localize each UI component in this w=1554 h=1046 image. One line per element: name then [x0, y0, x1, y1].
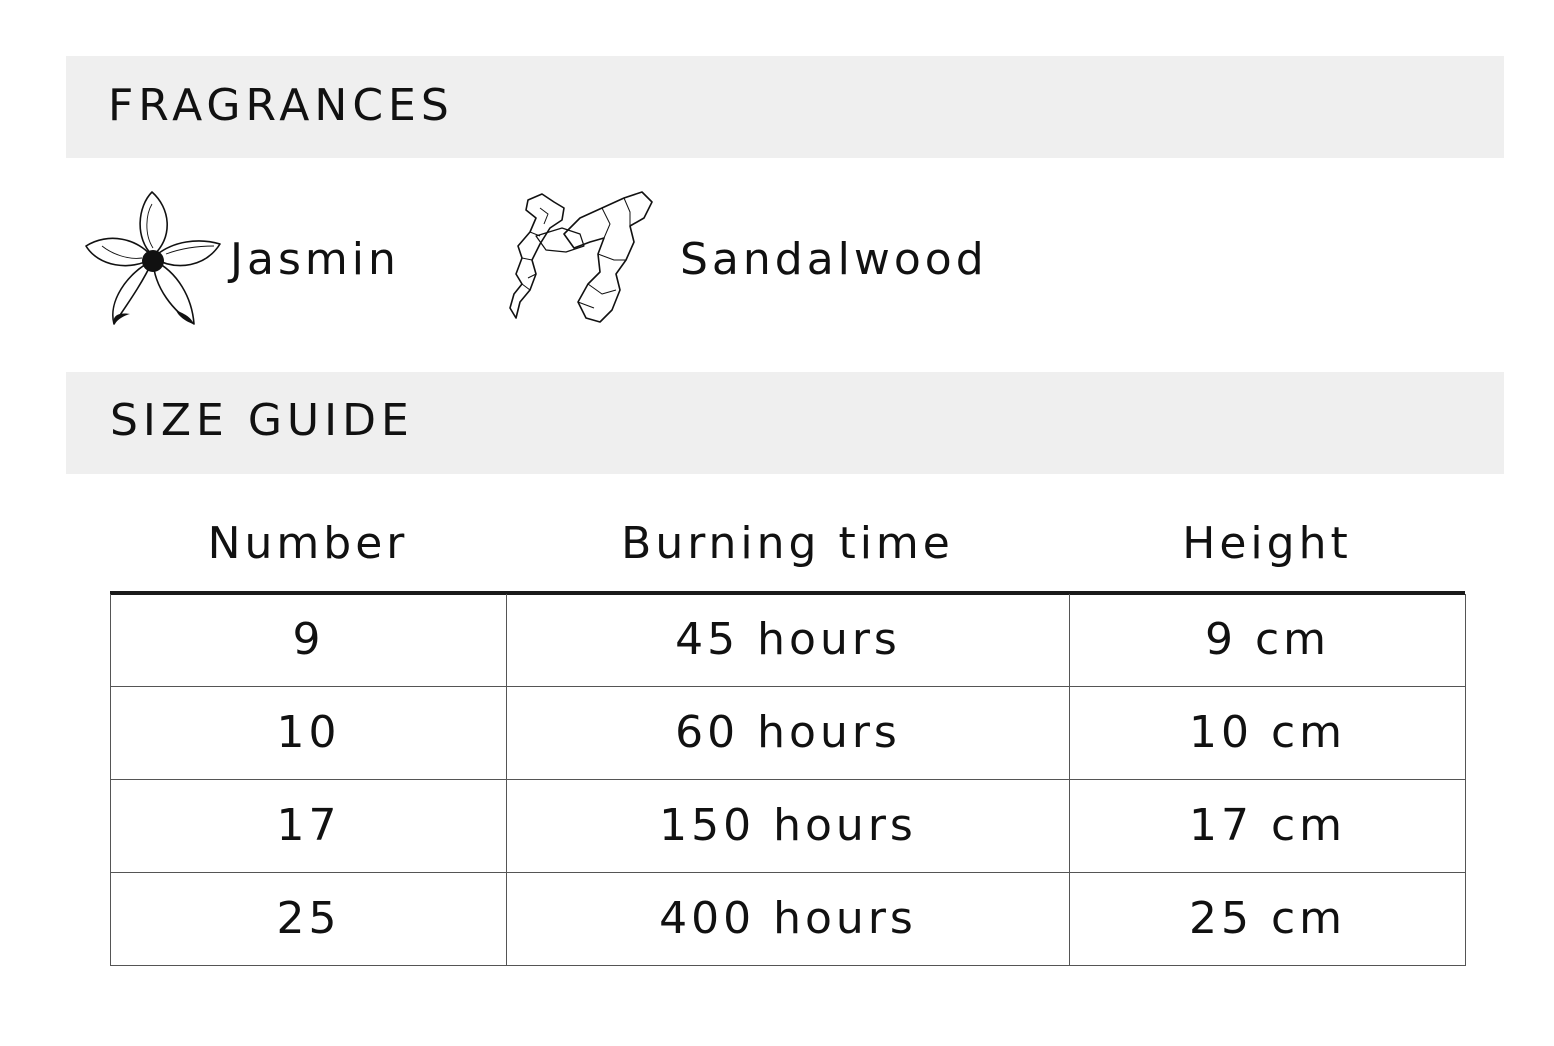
- cell-height: 10 cm: [1069, 686, 1466, 780]
- column-header-burning-time: Burning time: [621, 518, 954, 569]
- size-guide-table: 9 45 hours 9 cm 10 60 hours 10 cm 17 150…: [110, 594, 1466, 966]
- fragrance-label-sandalwood: Sandalwood: [680, 234, 988, 285]
- cell-burning-time: 400 hours: [506, 872, 1070, 966]
- cell-burning-time: 45 hours: [506, 594, 1070, 687]
- cell-number: 25: [110, 872, 507, 966]
- size-guide-title: SIZE GUIDE: [110, 395, 414, 446]
- cell-number: 10: [110, 686, 507, 780]
- table-row: 9 45 hours 9 cm: [110, 594, 1466, 687]
- column-header-number: Number: [207, 518, 409, 569]
- jasmine-flower-icon: [85, 191, 221, 325]
- cell-number: 9: [110, 594, 507, 687]
- fragrance-label-jasmin: Jasmin: [230, 234, 400, 285]
- column-header-height: Height: [1182, 518, 1352, 569]
- table-row: 25 400 hours 25 cm: [110, 872, 1466, 966]
- cell-height: 25 cm: [1069, 872, 1466, 966]
- cell-height: 17 cm: [1069, 779, 1466, 873]
- fragrances-header: FRAGRANCES: [66, 56, 1504, 158]
- table-row: 17 150 hours 17 cm: [110, 779, 1466, 873]
- cell-burning-time: 150 hours: [506, 779, 1070, 873]
- cell-height: 9 cm: [1069, 594, 1466, 687]
- cell-number: 17: [110, 779, 507, 873]
- fragrances-title: FRAGRANCES: [108, 80, 454, 131]
- cell-burning-time: 60 hours: [506, 686, 1070, 780]
- table-row: 10 60 hours 10 cm: [110, 686, 1466, 780]
- sandalwood-sticks-icon: [509, 191, 653, 323]
- size-guide-header: SIZE GUIDE: [66, 372, 1504, 474]
